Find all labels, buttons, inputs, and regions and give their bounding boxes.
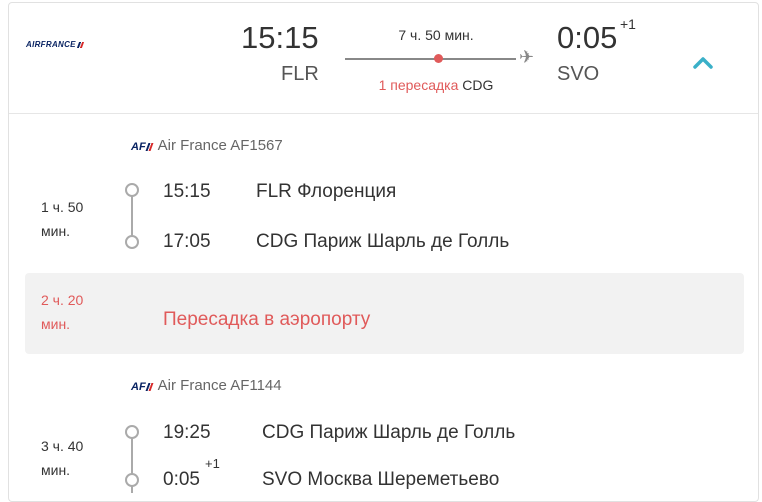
layover-text: Пересадка в аэропорту <box>163 309 371 330</box>
total-duration: 7 ч. 50 мин. <box>398 27 474 43</box>
segment-2-arrival-day-offset: +1 <box>205 456 220 471</box>
layover-block: 2 ч. 20 мин. Пересадка в аэропорту <box>25 273 744 354</box>
arrival-airport-code: SVO <box>557 63 600 85</box>
transfer-count: 1 пересадка <box>378 77 459 93</box>
segment-1-arrival-airport: CDG Париж Шарль де Голль <box>256 231 510 252</box>
arrival-day-offset: +1 <box>620 16 636 32</box>
segment-2-departure-time: 19:25 <box>163 422 211 443</box>
plane-icon: ✈ <box>519 47 535 67</box>
segment-2-arrival-time: 0:05 <box>163 469 200 490</box>
segment-1-departure-airport: FLR Флоренция <box>256 181 397 202</box>
segment-2-departure-dot <box>125 425 139 439</box>
transfer-airport: CDG <box>462 77 494 93</box>
segment-1-airline: AF Air France AF1567 <box>131 137 283 154</box>
flight-summary-header[interactable]: AIRFRANCE 15:15 FLR 7 ч. 50 мин. ✈ 1 пер… <box>9 3 758 114</box>
segment-1-departure-time: 15:15 <box>163 181 211 202</box>
air-france-mini-logo: AF <box>131 141 154 153</box>
segment-1-departure-dot <box>125 183 139 197</box>
transfer-info: 1 пересадка CDG <box>346 77 526 93</box>
departure-airport-code: FLR <box>281 63 319 85</box>
chevron-up-icon[interactable] <box>691 51 715 75</box>
departure-time: 15:15 <box>241 20 319 55</box>
layover-duration: 2 ч. 20 мин. <box>41 292 84 332</box>
segment-2-arrival-airport: SVO Москва Шереметьево <box>262 469 500 490</box>
segment-2-duration: 3 ч. 40 мин. <box>41 438 84 478</box>
transfer-dot <box>434 54 443 63</box>
segment-1-arrival-time: 17:05 <box>163 231 211 252</box>
air-france-mini-logo: AF <box>131 381 154 393</box>
arrival-time: 0:05 <box>557 20 618 55</box>
segment-1-duration: 1 ч. 50 мин. <box>41 199 84 239</box>
flight-card: AIRFRANCE 15:15 FLR 7 ч. 50 мин. ✈ 1 пер… <box>8 2 759 502</box>
segment-2-arrival-dot <box>125 473 139 487</box>
segment-2-departure-airport: CDG Париж Шарль де Голль <box>262 422 516 443</box>
air-france-logo: AIRFRANCE <box>26 40 84 49</box>
segment-1-arrival-dot <box>125 235 139 249</box>
route-line <box>345 58 516 60</box>
segment-2-airline: AF Air France AF1144 <box>131 377 282 394</box>
